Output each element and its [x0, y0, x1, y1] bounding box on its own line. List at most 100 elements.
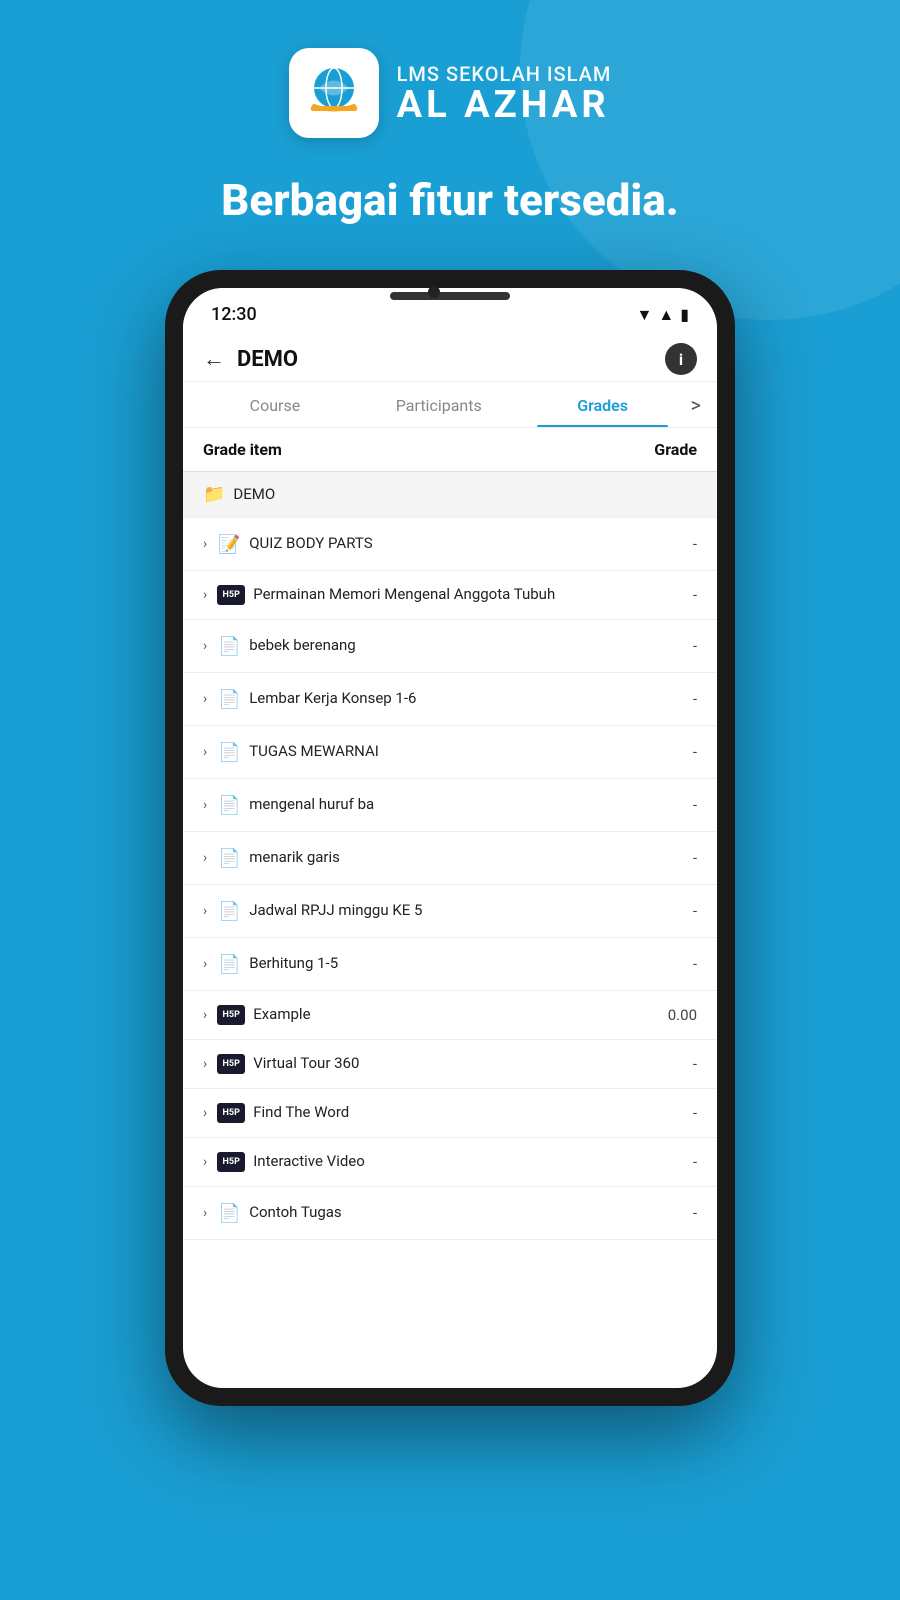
grade-item-example[interactable]: › H5P Example 0.00 [183, 991, 717, 1040]
chevron-icon: › [203, 1105, 207, 1121]
h5p-icon: H5P [217, 1152, 245, 1172]
chevron-icon: › [203, 903, 207, 919]
item-label: bebek berenang [249, 636, 667, 656]
h5p-icon: H5P [217, 1103, 245, 1123]
status-icons: ▼ ▲ ▮ [637, 305, 690, 325]
tab-next-arrow[interactable]: > [685, 393, 707, 417]
logo-container: LMS SEKOLAH ISLAM AL AZHAR [289, 48, 612, 138]
status-time: 12:30 [211, 304, 257, 325]
file-icon: 📄 [217, 1201, 241, 1225]
wifi-icon: ▼ [637, 305, 653, 325]
battery-icon: ▮ [680, 305, 689, 324]
file-icon: 📄 [217, 634, 241, 658]
chevron-icon: › [203, 744, 207, 760]
grade-item-permainan-memori[interactable]: › H5P Permainan Memori Mengenal Anggota … [183, 571, 717, 620]
grade-item-mengenal-huruf[interactable]: › 📄 mengenal huruf ba - [183, 779, 717, 832]
grade-item-interactive-video[interactable]: › H5P Interactive Video - [183, 1138, 717, 1187]
item-grade: - [667, 796, 697, 814]
folder-icon: 📁 [203, 484, 225, 505]
item-grade: - [667, 1204, 697, 1222]
item-label: Interactive Video [253, 1152, 667, 1172]
grade-item-jadwal-rpjj[interactable]: › 📄 Jadwal RPJJ minggu KE 5 - [183, 885, 717, 938]
phone-frame: 12:30 ▼ ▲ ▮ ← DEMO i Course [165, 270, 735, 1406]
item-grade: - [667, 535, 697, 553]
tab-grades[interactable]: Grades [521, 382, 685, 427]
item-label: Find The Word [253, 1103, 667, 1123]
grade-item-tugas-mewarnai[interactable]: › 📄 TUGAS MEWARNAI - [183, 726, 717, 779]
item-grade: - [667, 637, 697, 655]
logo-icon [289, 48, 379, 138]
back-button[interactable]: ← [203, 346, 225, 372]
file-icon: 📄 [217, 952, 241, 976]
chevron-icon: › [203, 797, 207, 813]
item-grade: 0.00 [667, 1006, 697, 1024]
header-section: LMS SEKOLAH ISLAM AL AZHAR Berbagai fitu… [0, 0, 900, 227]
item-label: Lembar Kerja Konsep 1-6 [249, 689, 667, 709]
item-grade: - [667, 743, 697, 761]
chevron-icon: › [203, 536, 207, 552]
phone-notch [390, 292, 510, 300]
file-icon: 📄 [217, 687, 241, 711]
grade-table-header: Grade item Grade [183, 428, 717, 472]
item-label: TUGAS MEWARNAI [249, 742, 667, 762]
item-label: Permainan Memori Mengenal Anggota Tubuh [253, 585, 667, 605]
grade-item-menarik-garis[interactable]: › 📄 menarik garis - [183, 832, 717, 885]
item-label: Example [253, 1005, 667, 1025]
item-grade: - [667, 586, 697, 604]
chevron-icon: › [203, 691, 207, 707]
grade-item-bebek-berenang[interactable]: › 📄 bebek berenang - [183, 620, 717, 673]
file-icon: 📄 [217, 846, 241, 870]
app-bar: ← DEMO i [183, 333, 717, 382]
chevron-icon: › [203, 1154, 207, 1170]
item-grade: - [667, 1104, 697, 1122]
item-label: Virtual Tour 360 [253, 1054, 667, 1074]
logo-top-line: LMS SEKOLAH ISLAM [397, 62, 612, 86]
app-bar-left: ← DEMO [203, 346, 298, 372]
grade-item-find-the-word[interactable]: › H5P Find The Word - [183, 1089, 717, 1138]
item-label: Jadwal RPJJ minggu KE 5 [249, 901, 667, 921]
tab-course[interactable]: Course [193, 382, 357, 427]
item-label: Berhitung 1-5 [249, 954, 667, 974]
item-label: menarik garis [249, 848, 667, 868]
grade-item-virtual-tour[interactable]: › H5P Virtual Tour 360 - [183, 1040, 717, 1089]
app-title: DEMO [237, 347, 298, 372]
section-label: DEMO [233, 485, 697, 505]
phone-wrapper: 12:30 ▼ ▲ ▮ ← DEMO i Course [165, 270, 735, 1406]
tabs: Course Participants Grades > [183, 382, 717, 428]
grade-section-demo[interactable]: 📁 DEMO [183, 472, 717, 518]
chevron-icon: › [203, 956, 207, 972]
h5p-icon: H5P [217, 585, 245, 605]
grade-value-header: Grade [654, 440, 697, 459]
quiz-icon: 📝 [217, 532, 241, 556]
item-label: mengenal huruf ba [249, 795, 667, 815]
signal-icon: ▲ [658, 305, 674, 325]
grade-item-contoh-tugas[interactable]: › 📄 Contoh Tugas - [183, 1187, 717, 1240]
chevron-icon: › [203, 850, 207, 866]
phone-camera [428, 286, 440, 298]
grade-item-berhitung[interactable]: › 📄 Berhitung 1-5 - [183, 938, 717, 991]
chevron-icon: › [203, 1205, 207, 1221]
chevron-icon: › [203, 1007, 207, 1023]
grade-item-header: Grade item [203, 440, 282, 459]
h5p-icon: H5P [217, 1005, 245, 1025]
item-grade: - [667, 1153, 697, 1171]
phone-screen: 12:30 ▼ ▲ ▮ ← DEMO i Course [183, 288, 717, 1388]
item-label: QUIZ BODY PARTS [249, 534, 667, 554]
grade-item-quiz-body-parts[interactable]: › 📝 QUIZ BODY PARTS - [183, 518, 717, 571]
item-grade: - [667, 955, 697, 973]
item-label: Contoh Tugas [249, 1203, 667, 1223]
info-button[interactable]: i [665, 343, 697, 375]
h5p-icon: H5P [217, 1054, 245, 1074]
grade-item-lembar-kerja[interactable]: › 📄 Lembar Kerja Konsep 1-6 - [183, 673, 717, 726]
file-icon: 📄 [217, 740, 241, 764]
item-grade: - [667, 849, 697, 867]
item-grade: - [667, 1055, 697, 1073]
item-grade: - [667, 902, 697, 920]
tab-participants[interactable]: Participants [357, 382, 521, 427]
file-icon: 📄 [217, 899, 241, 923]
chevron-icon: › [203, 1056, 207, 1072]
grade-list: 📁 DEMO › 📝 QUIZ BODY PARTS - › H5P [183, 472, 717, 1240]
logo-bottom-line: AL AZHAR [397, 86, 612, 124]
logo-text: LMS SEKOLAH ISLAM AL AZHAR [397, 62, 612, 124]
chevron-icon: › [203, 638, 207, 654]
